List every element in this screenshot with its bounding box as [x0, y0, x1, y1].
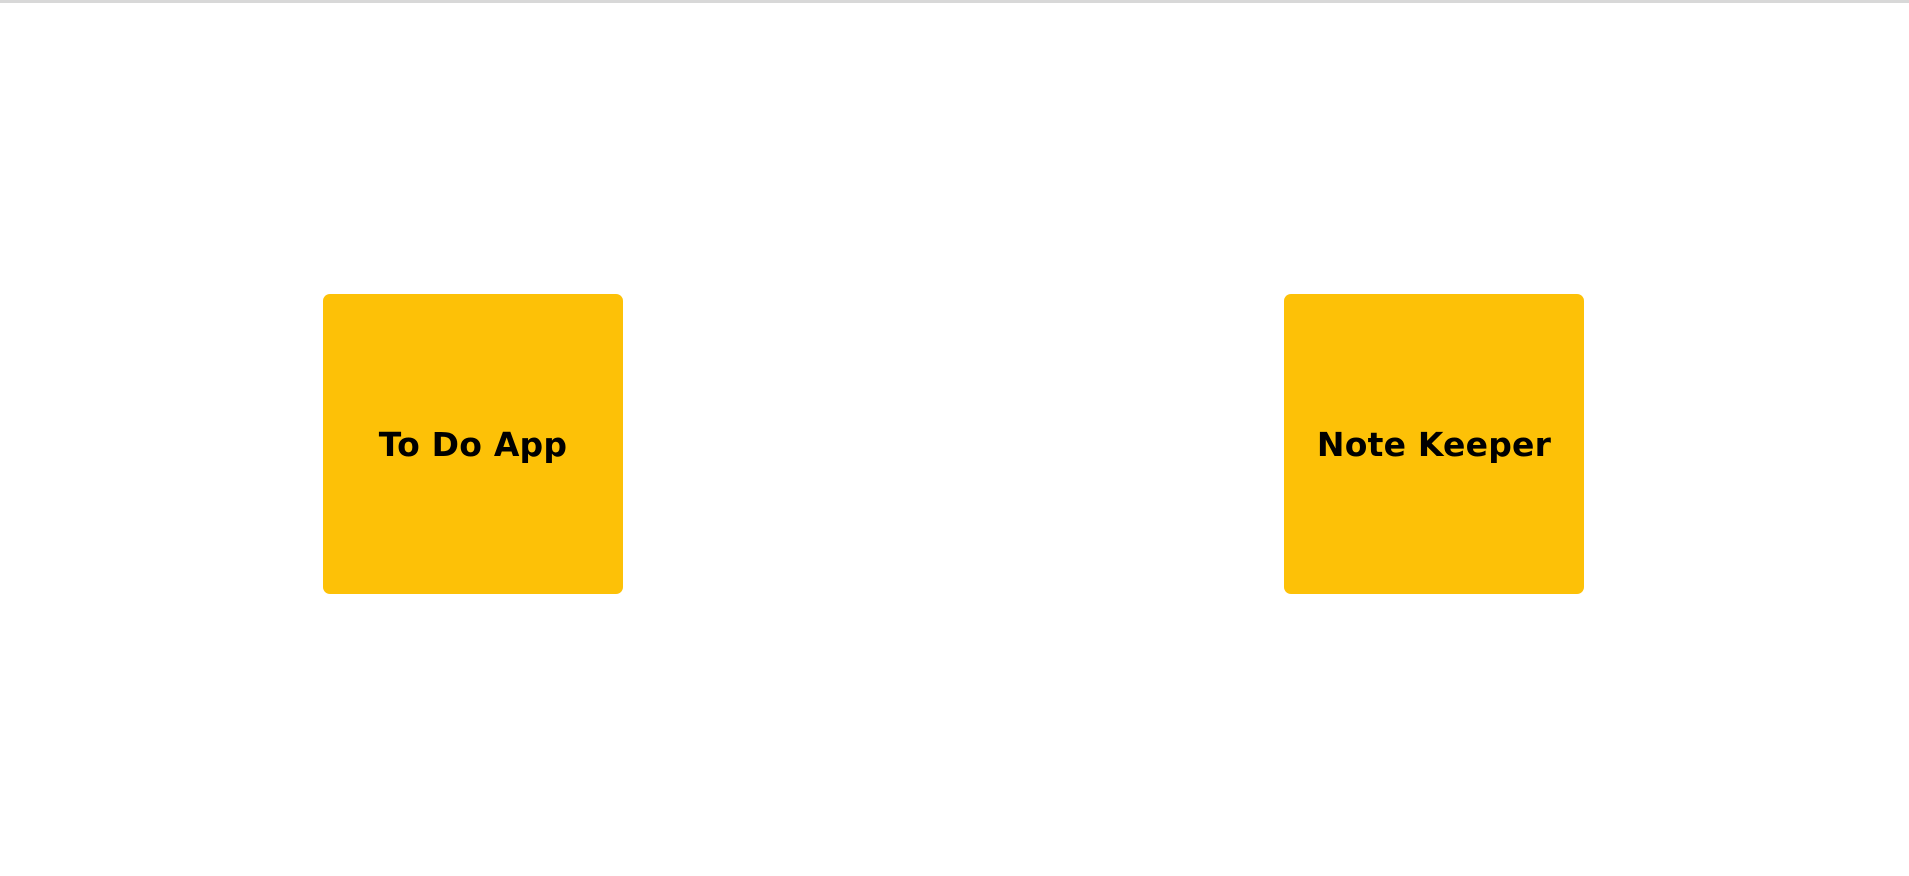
todo-app-card[interactable]: To Do App — [323, 294, 623, 594]
note-keeper-label: Note Keeper — [1316, 424, 1552, 464]
todo-app-label: To Do App — [378, 424, 568, 464]
note-keeper-card[interactable]: Note Keeper — [1284, 294, 1584, 594]
top-border — [0, 0, 1909, 3]
